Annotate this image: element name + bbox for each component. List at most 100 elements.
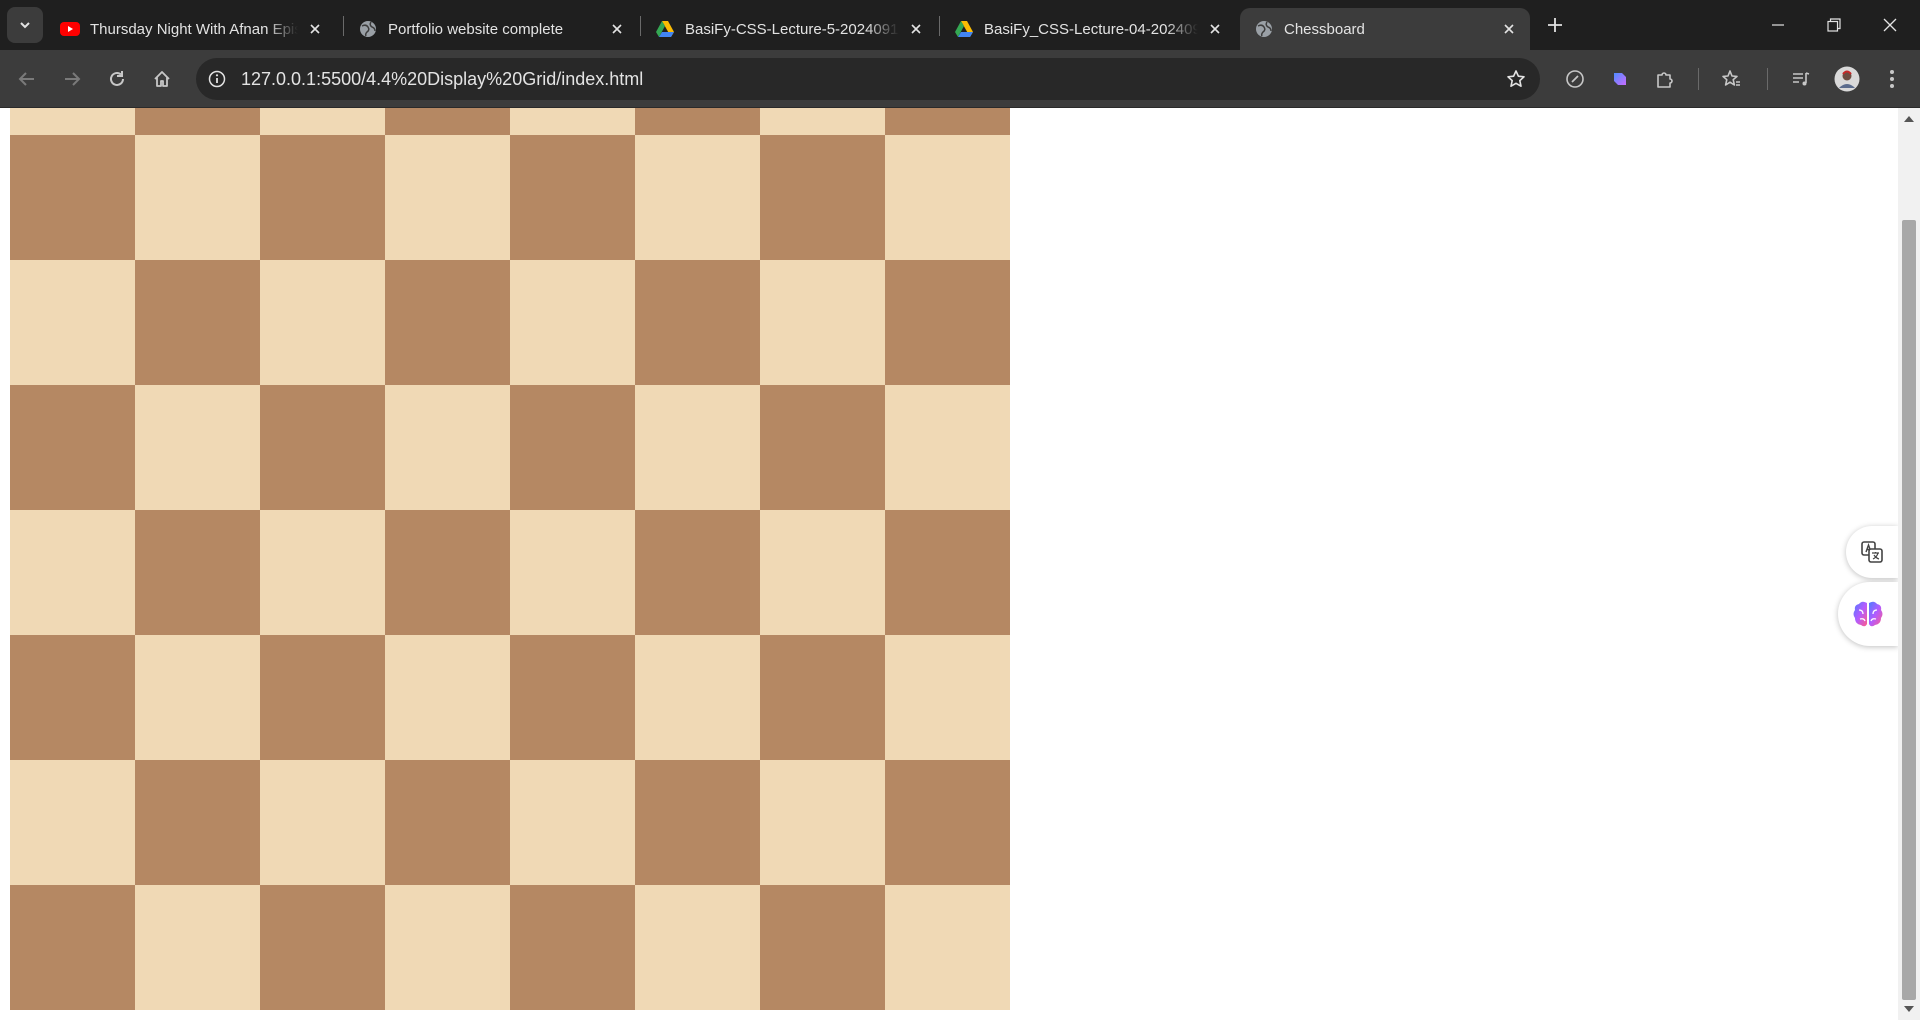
board-square-light [10, 760, 135, 885]
forward-button[interactable] [56, 63, 88, 95]
board-square-light [260, 108, 385, 135]
minimize-icon [1772, 24, 1784, 26]
brain-icon [1853, 601, 1883, 627]
board-square-dark [260, 135, 385, 260]
ai-assistant-button[interactable] [1838, 582, 1898, 646]
new-tab-button[interactable] [1540, 10, 1570, 40]
board-square-dark [885, 510, 1010, 635]
youtube-icon [60, 19, 80, 39]
board-square-dark [10, 385, 135, 510]
board-square-dark [260, 885, 385, 1010]
close-icon[interactable] [606, 18, 628, 40]
reload-button[interactable] [101, 63, 133, 95]
tab-title: BasiFy-CSS-Lecture-5-20240911 [685, 20, 899, 38]
board-square-dark [10, 635, 135, 760]
board-square-dark [260, 635, 385, 760]
close-window-button[interactable] [1862, 0, 1918, 50]
close-icon[interactable] [905, 18, 927, 40]
scroll-up-arrow-icon[interactable] [1904, 116, 1914, 122]
tab-5-active[interactable]: Chessboard [1240, 8, 1530, 50]
board-square-light [885, 635, 1010, 760]
tab-search-button[interactable] [7, 7, 43, 43]
kebab-menu-icon [1890, 70, 1894, 88]
board-square-dark [135, 108, 260, 135]
translate-button[interactable] [1846, 526, 1898, 578]
board-square-dark [635, 760, 760, 885]
plus-icon [1548, 18, 1562, 32]
tab-3[interactable]: BasiFy-CSS-Lecture-5-20240911 [641, 8, 937, 50]
board-square-light [135, 385, 260, 510]
back-button[interactable] [11, 63, 43, 95]
google-drive-icon [954, 19, 974, 39]
board-square-dark [135, 260, 260, 385]
board-square-dark [760, 385, 885, 510]
board-square-light [760, 108, 885, 135]
chessboard [10, 108, 1010, 1010]
board-square-dark [760, 885, 885, 1010]
home-button[interactable] [146, 63, 178, 95]
globe-icon [1254, 19, 1274, 39]
scrollbar-thumb[interactable] [1902, 220, 1916, 1000]
board-square-dark [10, 885, 135, 1010]
music-queue-icon [1793, 72, 1810, 86]
tab-1[interactable]: Thursday Night With Afnan Episode [46, 8, 336, 50]
avatar-icon [1834, 66, 1860, 92]
board-square-light [510, 760, 635, 885]
restore-button[interactable] [1806, 0, 1862, 50]
globe-icon [358, 19, 378, 39]
compass-icon [1566, 70, 1584, 88]
board-square-dark [385, 260, 510, 385]
close-icon[interactable] [1498, 18, 1520, 40]
board-square-light [635, 385, 760, 510]
chrome-menu-button[interactable] [1876, 63, 1908, 95]
board-square-light [260, 760, 385, 885]
home-icon [154, 71, 170, 87]
board-square-light [135, 885, 260, 1010]
extensions-button[interactable] [1649, 63, 1681, 95]
board-square-light [10, 510, 135, 635]
board-square-light [760, 760, 885, 885]
vertical-scrollbar[interactable] [1898, 108, 1920, 1020]
url-text[interactable]: 127.0.0.1:5500/4.4%20Display%20Grid/inde… [241, 69, 643, 90]
board-square-dark [510, 385, 635, 510]
board-square-light [385, 135, 510, 260]
media-control-button[interactable] [1785, 63, 1817, 95]
board-square-dark [10, 135, 135, 260]
board-square-light [510, 510, 635, 635]
board-square-dark [885, 108, 1010, 135]
board-square-light [635, 635, 760, 760]
board-square-dark [635, 510, 760, 635]
board-square-dark [135, 760, 260, 885]
board-square-light [635, 885, 760, 1010]
board-square-light [885, 885, 1010, 1010]
toolbar: 127.0.0.1:5500/4.4%20Display%20Grid/inde… [0, 50, 1920, 108]
bookmarks-button[interactable] [1715, 63, 1747, 95]
close-icon[interactable] [304, 18, 326, 40]
board-square-light [260, 510, 385, 635]
bookmark-star-icon[interactable] [1504, 67, 1528, 91]
address-bar[interactable]: 127.0.0.1:5500/4.4%20Display%20Grid/inde… [196, 58, 1540, 100]
gemini-extension-button[interactable] [1604, 63, 1636, 95]
tab-strip: Thursday Night With Afnan Episode Portfo… [0, 0, 1920, 50]
tab-title: BasiFy_CSS-Lecture-04-20240906 [984, 20, 1198, 38]
performance-button[interactable] [1559, 63, 1591, 95]
profile-avatar[interactable] [1831, 63, 1863, 95]
reload-icon [110, 71, 124, 86]
board-square-light [385, 385, 510, 510]
close-icon[interactable] [1204, 18, 1226, 40]
scroll-down-arrow-icon[interactable] [1904, 1006, 1914, 1012]
tab-4[interactable]: BasiFy_CSS-Lecture-04-20240906 [940, 8, 1236, 50]
board-square-light [760, 510, 885, 635]
board-square-light [385, 885, 510, 1010]
star-list-icon [1722, 70, 1740, 86]
tab-2[interactable]: Portfolio website complete [344, 8, 638, 50]
board-square-light [385, 635, 510, 760]
board-square-light [260, 260, 385, 385]
site-info-icon[interactable] [205, 67, 229, 91]
board-square-light [510, 108, 635, 135]
board-square-light [10, 108, 135, 135]
board-square-dark [885, 260, 1010, 385]
minimize-button[interactable] [1750, 0, 1806, 50]
board-square-light [635, 135, 760, 260]
toolbar-separator [1767, 68, 1768, 90]
